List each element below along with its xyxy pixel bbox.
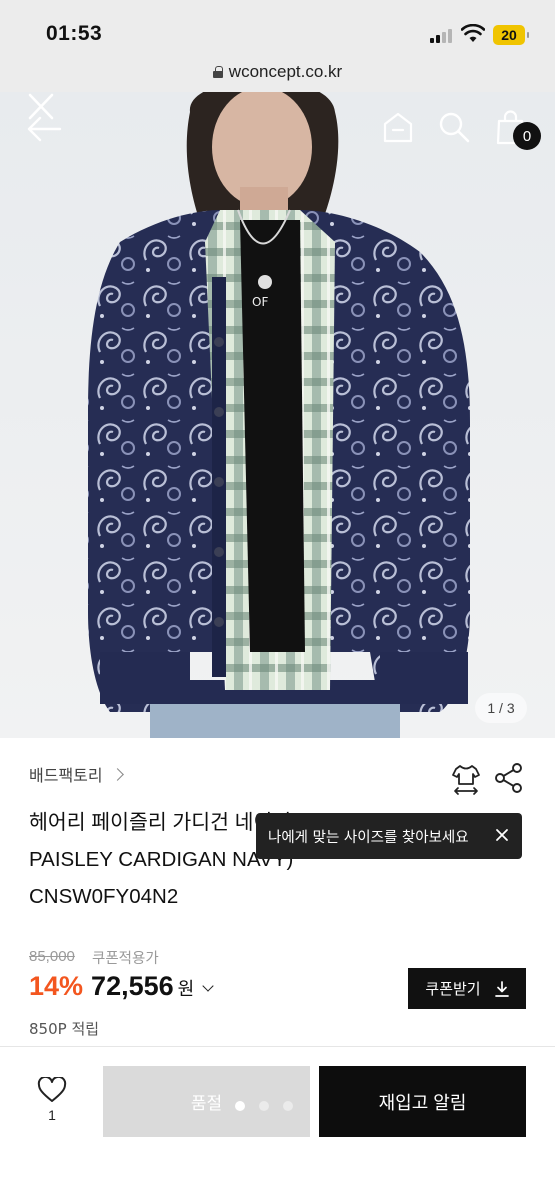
search-icon <box>439 112 470 143</box>
brand-name: 배드팩토리 <box>29 766 103 785</box>
home-icon <box>383 112 413 143</box>
size-tooltip: 나에게 맞는 사이즈를 찾아보세요 <box>256 813 522 859</box>
dot-indicator <box>235 1101 245 1111</box>
heart-icon <box>37 1077 67 1102</box>
restock-alert-button[interactable]: 재입고 알림 <box>319 1066 526 1137</box>
loading-dots <box>235 1101 293 1111</box>
reward-points: 850P 적립 <box>29 1020 100 1038</box>
wifi-icon <box>461 24 485 42</box>
coupon-button-label: 쿠폰받기 <box>425 980 481 998</box>
url-text: wconcept.co.kr <box>228 62 343 81</box>
original-price: 85,000 <box>29 948 75 965</box>
brand-link[interactable]: 배드팩토리 <box>29 762 124 786</box>
url-bar[interactable]: wconcept.co.kr <box>0 60 555 84</box>
cart-count-badge: 0 <box>513 122 541 150</box>
soldout-label: 품절 <box>190 1094 223 1113</box>
tooltip-text: 나에게 맞는 사이즈를 찾아보세요 <box>268 829 469 846</box>
download-icon <box>494 980 509 997</box>
product-code: CNSW0FY04N2 <box>29 885 179 908</box>
sale-price: 72,556 <box>91 971 174 1001</box>
like-button[interactable]: 1 <box>30 1077 74 1137</box>
cellular-signal-icon <box>430 29 452 43</box>
chevron-down-icon <box>202 980 214 992</box>
search-button[interactable] <box>436 110 472 144</box>
currency-unit: 원 <box>177 979 195 1000</box>
discount-rate: 14% <box>29 971 84 1001</box>
home-button[interactable] <box>380 110 416 144</box>
image-page-indicator: 1 / 3 <box>475 693 527 723</box>
dot-indicator <box>259 1101 269 1111</box>
back-arrow-icon <box>27 116 62 142</box>
like-count: 1 <box>48 1107 56 1123</box>
dot-indicator <box>283 1101 293 1111</box>
product-image-carousel[interactable]: OF <box>0 92 555 738</box>
size-guide-icon[interactable] <box>450 762 482 796</box>
price-row[interactable]: 14% 72,556 원 <box>29 971 214 1002</box>
svg-text:OF: OF <box>252 295 268 309</box>
download-coupon-button[interactable]: 쿠폰받기 <box>408 968 526 1009</box>
coupon-applied-label: 쿠폰적용가 <box>92 951 159 967</box>
lock-icon <box>212 66 223 78</box>
browser-chrome: 01:53 20 wconcept.co.kr <box>0 0 555 92</box>
chevron-right-icon <box>110 767 124 781</box>
product-photo: OF <box>0 92 555 738</box>
battery-icon: 20 <box>493 25 529 45</box>
back-button[interactable] <box>24 112 64 146</box>
tooltip-close-icon[interactable] <box>494 827 510 843</box>
restock-label: 재입고 알림 <box>378 1092 467 1113</box>
battery-level: 20 <box>501 27 517 43</box>
status-time: 01:53 <box>46 22 103 45</box>
share-icon[interactable] <box>494 762 524 794</box>
bottom-action-bar: 1 품절 재입고 알림 <box>0 1046 555 1200</box>
